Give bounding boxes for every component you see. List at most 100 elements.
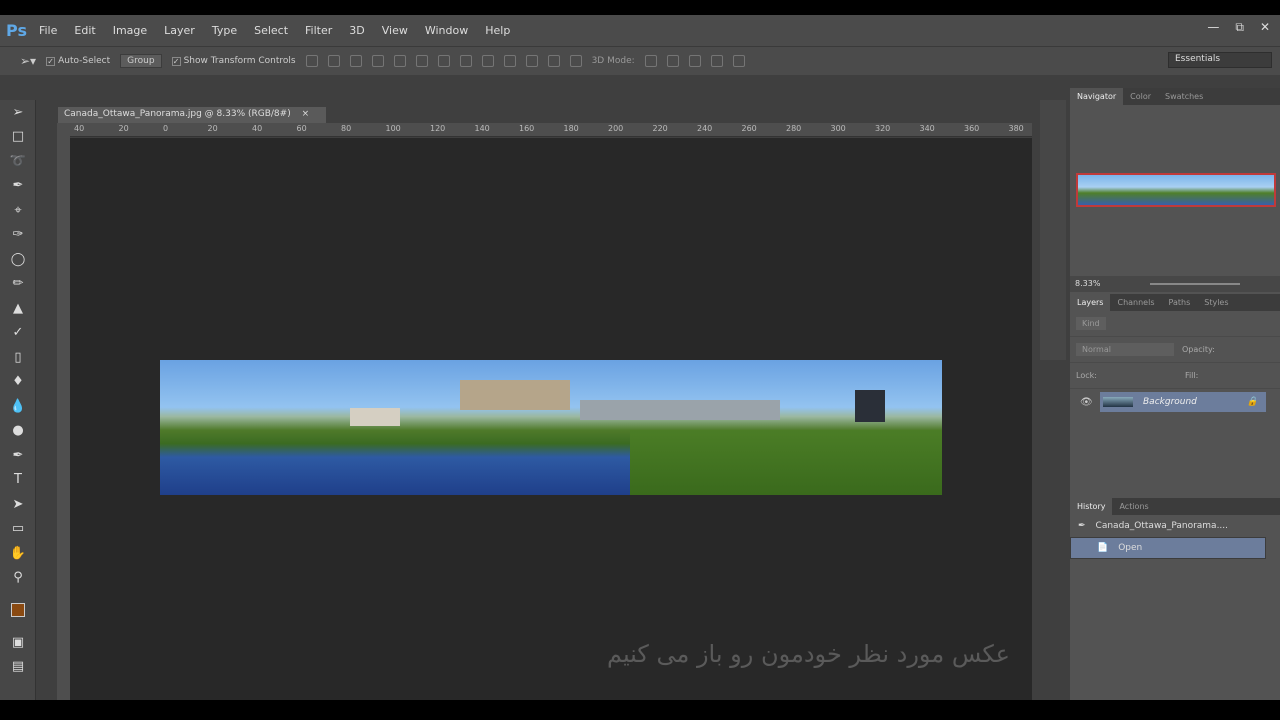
3d-roll-icon[interactable] (666, 55, 679, 67)
align-left-icon[interactable] (371, 55, 384, 67)
path-select-tool-icon[interactable]: ➤ (0, 492, 36, 517)
hand-tool-icon[interactable]: ✋ (0, 541, 36, 566)
tab-layers[interactable]: Layers (1070, 294, 1111, 311)
distribute-left-icon[interactable] (503, 55, 516, 67)
ruler-tick-label: 360 (964, 124, 980, 133)
history-brush-tool-icon[interactable]: ✓ (0, 321, 36, 346)
3d-drag-icon[interactable] (688, 55, 701, 67)
visibility-eye-icon[interactable]: 👁 (1080, 397, 1093, 408)
tab-color[interactable]: Color (1123, 92, 1158, 101)
auto-select-checkbox[interactable]: ✓ Auto-Select (46, 56, 110, 66)
pen-tool-icon[interactable]: ✒ (0, 443, 36, 468)
document-tab[interactable]: Canada_Ottawa_Panorama.jpg @ 8.33% (RGB/… (58, 107, 326, 123)
ruler-tick-label: 40 (252, 124, 263, 133)
marquee-tool-icon[interactable]: □ (0, 125, 36, 150)
layer-row-background[interactable]: Background 🔒 (1100, 392, 1266, 412)
screen-mode-icon[interactable]: ▤ (0, 655, 36, 680)
zoom-slider[interactable] (1150, 283, 1240, 285)
menu-image[interactable]: Image (113, 24, 147, 37)
move-tool-preset-icon[interactable]: ➢▾ (20, 54, 36, 68)
3d-rotate-icon[interactable] (644, 55, 657, 67)
menu-type[interactable]: Type (212, 24, 237, 37)
menu-select[interactable]: Select (254, 24, 288, 37)
eyedropper-tool-icon[interactable]: ✑ (0, 223, 36, 248)
brush-panel-icon[interactable] (1040, 164, 1066, 196)
close-document-icon[interactable]: × (302, 109, 310, 119)
quick-mask-icon[interactable]: ▣ (0, 630, 36, 655)
menu-window[interactable]: Window (425, 24, 468, 37)
properties-panel-icon[interactable] (1040, 132, 1066, 164)
blur-tool-icon[interactable]: 💧 (0, 394, 36, 419)
align-top-icon[interactable] (305, 55, 318, 67)
align-center-icon[interactable] (393, 55, 406, 67)
align-bottom-icon[interactable] (349, 55, 362, 67)
align-right-icon[interactable] (415, 55, 428, 67)
healing-tool-icon[interactable]: ◯ (0, 247, 36, 272)
paint-bucket-tool-icon[interactable]: ♦ (0, 370, 36, 395)
tab-styles[interactable]: Styles (1197, 298, 1235, 307)
distribute-center-icon[interactable] (525, 55, 538, 67)
character-panel-icon[interactable] (1040, 196, 1066, 228)
auto-align-icon[interactable] (569, 55, 582, 67)
move-tool-icon[interactable]: ➢ (0, 100, 36, 125)
clone-stamp-tool-icon[interactable]: ▲ (0, 296, 36, 321)
menu-filter[interactable]: Filter (305, 24, 332, 37)
ruler-tick-label: 260 (741, 124, 757, 133)
3d-slide-icon[interactable] (710, 55, 723, 67)
ruler-tick-label: 60 (296, 124, 307, 133)
tab-actions[interactable]: Actions (1112, 502, 1155, 511)
align-middle-icon[interactable] (327, 55, 340, 67)
minimize-icon[interactable]: — (1207, 20, 1219, 35)
layer-name: Background (1143, 397, 1197, 407)
brush-tool-icon[interactable]: ✏ (0, 272, 36, 297)
dodge-tool-icon[interactable]: ● (0, 419, 36, 444)
panorama-image[interactable] (160, 360, 942, 495)
distribute-middle-icon[interactable] (459, 55, 472, 67)
fill-label: Fill: (1184, 371, 1199, 380)
menu-edit[interactable]: Edit (74, 24, 95, 37)
document-icon: 📄 (1097, 543, 1109, 553)
menu-file[interactable]: File (39, 24, 57, 37)
distribute-right-icon[interactable] (547, 55, 560, 67)
workspace-select[interactable]: Essentials (1168, 52, 1272, 68)
ruler-tick-label: 20 (207, 124, 218, 133)
close-icon[interactable]: ✕ (1260, 20, 1270, 35)
menu-help[interactable]: Help (485, 24, 510, 37)
eraser-tool-icon[interactable]: ▯ (0, 345, 36, 370)
navigator-zoom-value[interactable]: 8.33% (1075, 279, 1100, 288)
group-select[interactable]: Group (120, 54, 162, 68)
tab-navigator[interactable]: Navigator (1070, 88, 1124, 105)
rectangle-tool-icon[interactable]: ▭ (0, 517, 36, 542)
zoom-tool-icon[interactable]: ⚲ (0, 566, 36, 591)
document-title: Canada_Ottawa_Panorama.jpg @ 8.33% (RGB/… (64, 109, 291, 119)
lasso-tool-icon[interactable]: ➰ (0, 149, 36, 174)
navigator-thumbnail[interactable] (1076, 173, 1276, 207)
menu-bar: Ps File Edit Image Layer Type Select Fil… (0, 15, 1280, 46)
crop-tool-icon[interactable]: ⌖ (0, 198, 36, 223)
history-state-open[interactable]: 📄 Open (1070, 537, 1266, 559)
distribute-top-icon[interactable] (437, 55, 450, 67)
history-snapshot[interactable]: ✒ Canada_Ottawa_Panorama.... (1070, 515, 1280, 537)
color-swatch-icon[interactable] (0, 590, 36, 630)
ruler-tick-label: 20 (118, 124, 129, 133)
type-tool-icon[interactable]: T (0, 468, 36, 493)
ruler-tick-label: 180 (563, 124, 579, 133)
subtitle-caption: عکس مورد نظر خودمون رو باز می کنیم (606, 640, 1010, 668)
tab-channels[interactable]: Channels (1110, 298, 1161, 307)
quick-select-tool-icon[interactable]: ✒ (0, 174, 36, 199)
3d-scale-icon[interactable] (732, 55, 745, 67)
distribute-bottom-icon[interactable] (481, 55, 494, 67)
show-transform-checkbox[interactable]: ✓ Show Transform Controls (171, 56, 296, 66)
tab-paths[interactable]: Paths (1162, 298, 1198, 307)
history-panel-icon[interactable] (1040, 100, 1066, 132)
ruler-tick-label: 200 (608, 124, 624, 133)
restore-icon[interactable]: ⧉ (1235, 20, 1244, 35)
tab-swatches[interactable]: Swatches (1158, 92, 1210, 101)
menu-view[interactable]: View (382, 24, 408, 37)
panel-icon-strip (1040, 100, 1066, 360)
blend-mode-select[interactable]: Normal (1076, 343, 1174, 356)
tab-history[interactable]: History (1070, 498, 1113, 515)
kind-filter[interactable]: Kind (1076, 317, 1106, 330)
menu-3d[interactable]: 3D (349, 24, 364, 37)
menu-layer[interactable]: Layer (164, 24, 195, 37)
